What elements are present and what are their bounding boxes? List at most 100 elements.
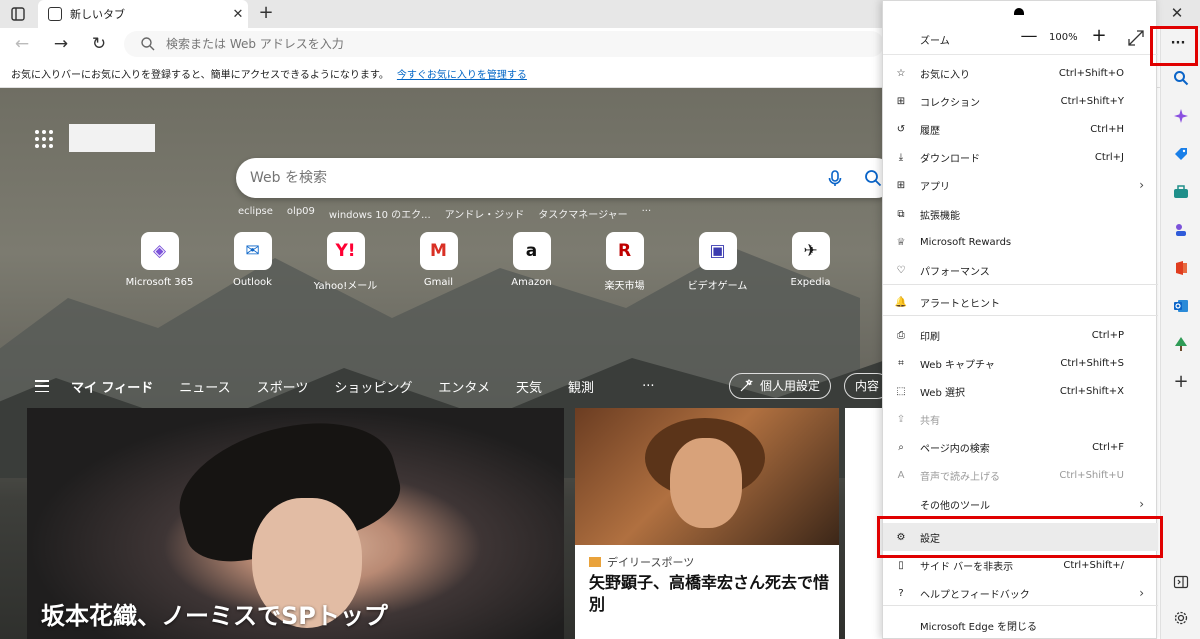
menu-item-favorites[interactable]: ☆ お気に入り Ctrl+Shift+O — [883, 59, 1158, 87]
search-icon[interactable] — [1171, 68, 1191, 88]
quick-link-yahoo-mail[interactable]: Y! Yahoo!メール — [299, 232, 392, 292]
quick-link-label: Yahoo!メール — [313, 281, 378, 292]
feed-menu-icon[interactable] — [35, 380, 49, 392]
tab-actions-icon[interactable] — [9, 5, 27, 23]
menu-item-rewards[interactable]: ♕ Microsoft Rewards — [883, 228, 1158, 256]
menu-item-capture[interactable]: ⌗ Web キャプチャ Ctrl+Shift+S — [883, 349, 1158, 377]
menu-item-gear[interactable]: ⚙ 設定 — [883, 523, 1158, 551]
quick-link-gmail[interactable]: M Gmail — [392, 232, 485, 292]
content-button[interactable]: 内容 — [844, 373, 883, 399]
menu-item-collections[interactable]: ⊞ コレクション Ctrl+Shift+Y — [883, 87, 1158, 115]
suggestion-item[interactable]: olp09 — [287, 206, 315, 221]
menu-item-performance[interactable]: ♡ パフォーマンス — [883, 256, 1158, 284]
quick-link-amazon[interactable]: a Amazon — [485, 232, 578, 292]
news-card[interactable]: 坂本花織、ノーミスでSPトップ — [27, 408, 564, 639]
menu-item-find[interactable]: ⌕ ページ内の検索 Ctrl+F — [883, 433, 1158, 461]
suggestion-item[interactable]: eclipse — [238, 206, 273, 221]
address-bar[interactable] — [124, 31, 884, 57]
sidebar-layout-icon[interactable] — [1171, 572, 1191, 592]
tab-close-icon[interactable]: ✕ — [228, 7, 248, 22]
add-sidebar-app-button[interactable]: + — [1171, 371, 1191, 392]
browser-tab[interactable]: 新しいタブ ✕ — [38, 0, 248, 28]
window-close-button[interactable]: ✕ — [1162, 2, 1192, 24]
menu-item-item-19[interactable]: Microsoft Edge を閉じる — [883, 611, 1158, 639]
menu-item-select[interactable]: ⬚ Web 選択 Ctrl+Shift+X — [883, 377, 1158, 405]
zoom-in-button[interactable]: + — [1089, 25, 1109, 46]
menu-item-label: アラートとヒント — [920, 298, 1000, 310]
feed-tab-shopping[interactable]: ショッピング — [334, 377, 412, 396]
reload-button[interactable]: ↻ — [87, 32, 111, 56]
menu-item-item-15[interactable]: その他のツール › — [883, 490, 1158, 518]
find-icon: ⌕ — [898, 441, 904, 453]
menu-item-share[interactable]: ⇪ 共有 — [883, 405, 1158, 433]
menu-item-download[interactable]: ⤓ ダウンロード Ctrl+J — [883, 143, 1158, 171]
news-source: デイリースポーツ — [589, 554, 694, 570]
menu-item-shortcut: Ctrl+Shift+X — [1059, 385, 1124, 397]
feed-more-button[interactable]: ··· — [642, 379, 654, 394]
copilot-icon[interactable] — [1171, 106, 1191, 126]
quick-link-outlook[interactable]: ✉ Outlook — [206, 232, 299, 292]
menu-item-history[interactable]: ↺ 履歴 Ctrl+H — [883, 115, 1158, 143]
personalize-label: 個人用設定 — [760, 379, 821, 393]
print-icon: ⎙ — [897, 329, 905, 341]
office-icon[interactable] — [1171, 258, 1191, 278]
quick-link-expedia[interactable]: ✈ Expedia — [764, 232, 857, 292]
news-card[interactable]: デイリースポーツ 矢野顕子、高橋幸宏さん死去で惜別 — [575, 408, 839, 639]
menu-item-print[interactable]: ⎙ 印刷 Ctrl+P — [883, 321, 1158, 349]
chevron-right-icon: › — [1139, 178, 1144, 192]
news-headline: 坂本花織、ノーミスでSPトップ — [41, 602, 388, 630]
news-source-label: デイリースポーツ — [607, 556, 695, 569]
quick-link-partial[interactable]: fa — [857, 232, 883, 292]
menu-item-read-aloud[interactable]: A 音声で読み上げる Ctrl+Shift+U — [883, 461, 1158, 489]
feed-tab-weather[interactable]: 天気 — [516, 377, 542, 396]
web-search-box[interactable] — [236, 158, 883, 198]
web-search-input[interactable] — [250, 170, 810, 186]
new-tab-button[interactable]: + — [255, 2, 277, 24]
menu-item-label: 設定 — [920, 533, 940, 545]
tools-icon[interactable] — [1171, 182, 1191, 202]
suggestion-item[interactable]: windows 10 のエク... — [329, 206, 431, 221]
search-icon[interactable] — [864, 169, 882, 187]
feed-tab-observation[interactable]: 観測 — [568, 377, 594, 396]
suggestion-item[interactable]: アンドレ・ジッド — [445, 206, 525, 221]
menu-item-label: 共有 — [920, 415, 940, 427]
personalize-button[interactable]: 個人用設定 — [729, 373, 832, 399]
menu-item-apps[interactable]: ⊞ アプリ › — [883, 171, 1158, 199]
menu-item-extensions[interactable]: ⧉ 拡張機能 — [883, 200, 1158, 228]
menu-item-help[interactable]: ? ヘルプとフィードバック › — [883, 579, 1158, 607]
fullscreen-icon[interactable] — [1127, 29, 1145, 47]
shopping-tag-icon[interactable] — [1171, 144, 1191, 164]
favorites-icon: ☆ — [896, 67, 906, 79]
news-photo-detail — [670, 438, 742, 528]
performance-icon: ♡ — [896, 264, 906, 276]
zoom-out-button[interactable]: — — [1019, 26, 1039, 46]
suggestion-item[interactable]: タスクマネージャー — [538, 206, 627, 221]
menu-item-bell[interactable]: 🔔 アラートとヒント — [883, 288, 1158, 316]
quick-link-video-games[interactable]: ▣ ビデオゲーム — [671, 232, 764, 292]
back-button[interactable]: ← — [10, 32, 34, 56]
news-card-partial[interactable] — [845, 408, 883, 639]
search-suggestions: eclipse olp09 windows 10 のエク... アンドレ・ジッド… — [238, 206, 665, 221]
manage-favorites-link[interactable]: 今すぐお気に入りを管理する — [397, 66, 527, 81]
rakuten-icon: R — [605, 232, 644, 270]
microphone-icon[interactable] — [826, 169, 844, 187]
feed-tab-entertainment[interactable]: エンタメ — [438, 377, 490, 396]
capture-icon: ⌗ — [898, 357, 904, 369]
outlook-icon[interactable] — [1171, 296, 1191, 316]
settings-and-more-button[interactable]: ··· — [1158, 30, 1198, 60]
feed-tab-my-feed[interactable]: マイ フィード — [71, 377, 153, 396]
feed-tab-sports[interactable]: スポーツ — [257, 377, 309, 396]
quick-link-microsoft-365[interactable]: ◈ Microsoft 365 — [113, 232, 206, 292]
quick-link-rakuten[interactable]: R 楽天市場 — [578, 232, 671, 292]
zoom-value: 100% — [1049, 32, 1078, 43]
address-input[interactable] — [166, 37, 766, 51]
tree-icon[interactable] — [1171, 334, 1191, 354]
games-icon[interactable] — [1171, 220, 1191, 240]
sidebar-settings-icon[interactable] — [1171, 608, 1191, 628]
suggestions-more-button[interactable]: ··· — [642, 206, 652, 221]
menu-item-sidebar[interactable]: ▯ サイド バーを非表示 Ctrl+Shift+/ — [883, 551, 1158, 579]
app-launcher-icon[interactable] — [35, 130, 53, 148]
read-aloud-icon: A — [897, 469, 905, 481]
feed-tab-news[interactable]: ニュース — [179, 377, 230, 396]
forward-button[interactable]: → — [49, 32, 73, 56]
